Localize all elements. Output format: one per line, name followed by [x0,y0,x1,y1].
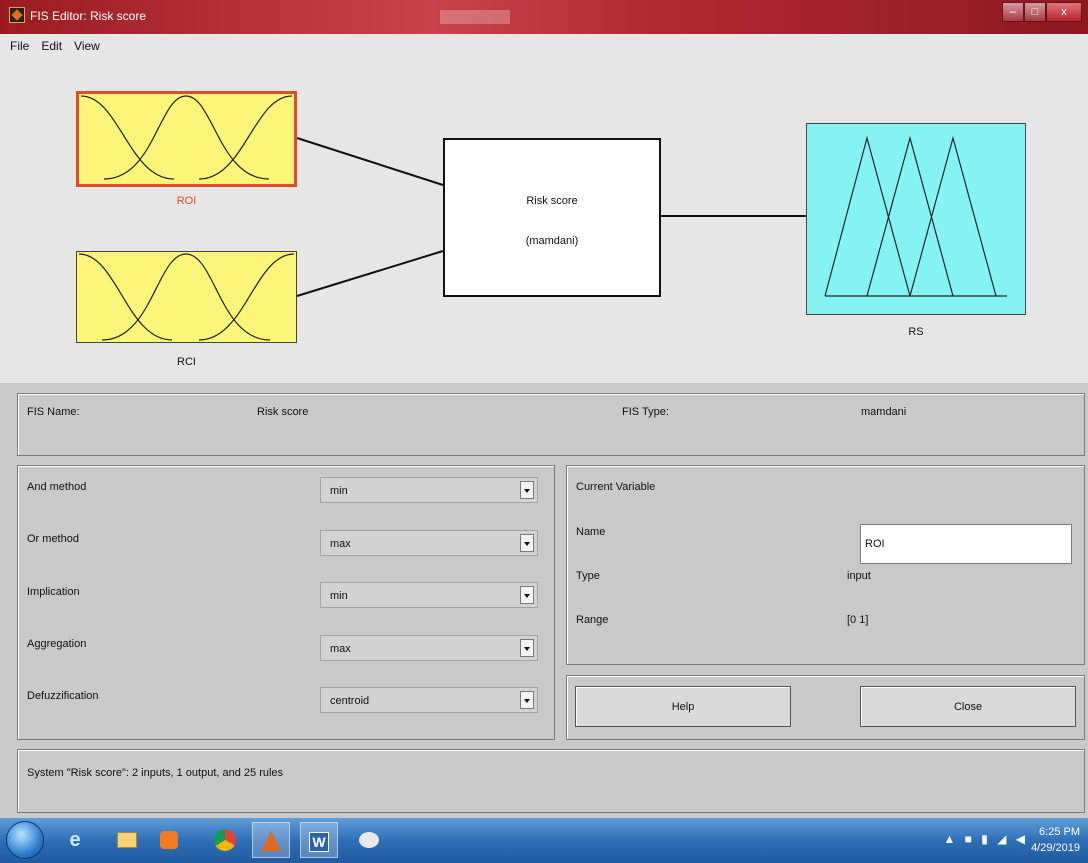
system-type-text: (mamdani) [525,235,579,247]
minimize-button[interactable]: – [1002,2,1024,22]
clock-date: 4/29/2019 [1031,842,1080,854]
fis-system-box[interactable]: Risk score (mamdani) [443,138,661,297]
methods-panel: And method min Or method max Implication… [17,465,555,740]
menu-bar: File Edit View [0,34,1088,58]
system-name-text: Risk score [526,195,578,207]
gaussian-mf-plot [78,253,295,341]
input1-connector [296,137,444,186]
triangular-mf-plot [824,135,1007,297]
menu-view[interactable]: View [74,39,100,53]
input-roi-label: ROI [176,195,197,207]
current-variable-heading: Current Variable [576,481,656,493]
chevron-down-icon[interactable] [520,586,534,604]
input-rci-label: RCI [177,356,196,368]
title-bar-highlight [440,10,510,24]
internet-explorer-icon[interactable]: e [56,822,94,858]
matlab-app-icon [9,7,25,23]
file-explorer-icon[interactable] [108,822,146,858]
clock[interactable]: 6:25 PM 4/29/2019 [1031,824,1080,856]
aggregation-select[interactable]: max [320,635,538,661]
defuzzification-value: centroid [330,695,370,707]
tray-icons[interactable]: ▲ ■ ▮ ◢ ◀ [943,832,1028,846]
output-rs-label: RS [908,326,924,338]
and-method-label: And method [27,481,87,493]
and-method-value: min [330,485,348,497]
and-method-select[interactable]: min [320,477,538,503]
status-text: System "Risk score": 2 inputs, 1 output,… [27,767,284,779]
word-icon[interactable]: W [300,822,338,858]
or-method-select[interactable]: max [320,530,538,556]
input-roi-box[interactable] [76,91,297,187]
output-rs-box[interactable] [806,123,1026,315]
paint-icon[interactable] [350,822,388,858]
defuzzification-select[interactable]: centroid [320,687,538,713]
chevron-down-icon[interactable] [520,481,534,499]
menu-edit[interactable]: Edit [41,39,62,53]
gaussian-mf-plot [80,95,293,180]
implication-select[interactable]: min [320,582,538,608]
window-title: FIS Editor: Risk score [30,9,147,23]
variable-name-field[interactable]: ROI [860,524,1072,564]
or-method-value: max [330,538,351,550]
fis-name-value: Risk score [257,406,309,418]
button-panel: Help Close [566,675,1085,740]
variable-type-value: input [847,570,871,582]
variable-range-value: [0 1] [847,614,869,626]
chrome-icon[interactable] [206,822,244,858]
current-variable-panel: Current Variable Name ROI Type input Ran… [566,465,1085,665]
fis-type-value: mamdani [861,406,907,418]
or-method-label: Or method [27,533,79,545]
input-rci-box[interactable] [76,251,297,343]
chevron-down-icon[interactable] [520,691,534,709]
status-panel: System "Risk score": 2 inputs, 1 output,… [17,749,1085,813]
window-controls: – □ x [1002,2,1082,22]
variable-name-label: Name [576,526,606,538]
aggregation-value: max [330,643,351,655]
maximize-button[interactable]: □ [1024,2,1046,22]
fis-type-label: FIS Type: [622,406,669,418]
matlab-icon[interactable] [252,822,290,858]
implication-value: min [330,590,348,602]
windows-taskbar: e W ▲ ■ ▮ ◢ ◀ 6:25 PM 4/29/2019 [0,818,1088,863]
close-button[interactable]: Close [860,686,1076,727]
fis-info-panel: FIS Name: Risk score FIS Type: mamdani [17,393,1085,456]
variable-range-label: Range [576,614,609,626]
start-button-icon[interactable] [6,821,44,859]
title-bar: FIS Editor: Risk score – □ x [0,0,1088,34]
chevron-down-icon[interactable] [520,534,534,552]
help-button[interactable]: Help [575,686,791,727]
fis-name-label: FIS Name: [27,406,80,418]
implication-label: Implication [27,586,80,598]
defuzzification-label: Defuzzification [27,690,99,702]
close-window-button[interactable]: x [1046,2,1082,22]
system-tray: ▲ ■ ▮ ◢ ◀ 6:25 PM 4/29/2019 [928,818,1088,863]
variable-type-label: Type [576,570,600,582]
input2-connector [296,250,444,297]
chevron-down-icon[interactable] [520,639,534,657]
clock-time: 6:25 PM [1039,826,1080,838]
media-player-icon[interactable] [150,822,188,858]
fis-diagram: ROI RCI Risk score (mamdani) RS [0,58,1088,383]
menu-file[interactable]: File [10,39,29,53]
aggregation-label: Aggregation [27,638,87,650]
